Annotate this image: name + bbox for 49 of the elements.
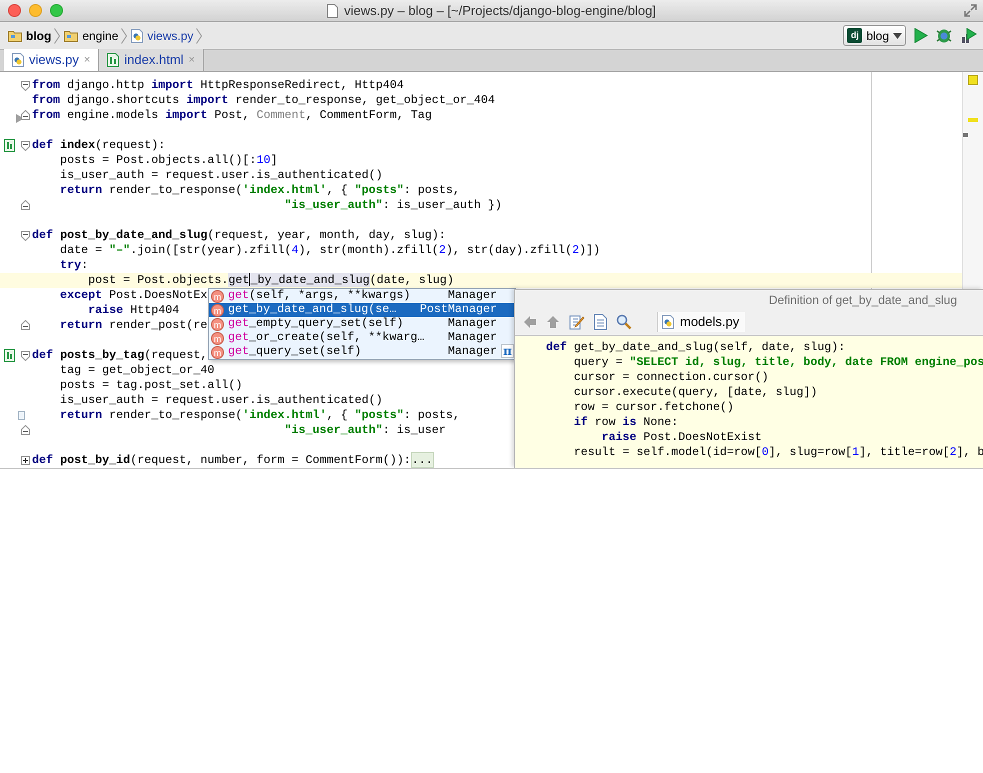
popup-title: Definition of get_by_date_and_slug [768,292,957,308]
code-line: from django.http import HttpResponseRedirect, Http404 [32,78,404,93]
code-line: from engine.models import Post, Comment, CommentForm, Tag [32,108,432,123]
code-line: except Post.DoesNotEx [59,288,208,303]
completion-type: Manager [448,315,497,332]
code-line: "is_user_auth": is_user [283,423,446,438]
code-line: posts = Post.objects.all()[:10] [59,153,278,168]
completion-name: get_query_set(self) [228,343,362,360]
file-name: models.py [680,313,740,332]
code-line: def post_by_id(request, number, form = CommentForm()):... [32,453,434,468]
completion-type: Manager [448,343,497,360]
code-line: return render_post(re [59,318,208,333]
code-line: tag = get_object_or_40 [59,363,214,378]
completion-type: PostManager [420,301,497,318]
window-title: views.py – blog – [~/Projects/django-blog-engine/blog] [344,2,656,20]
tab-label: views.py [29,51,79,70]
code-line: "is_user_auth": is_user_auth }) [283,198,502,213]
code-line: return render_to_response('index.html', { "posts": posts, [59,408,460,423]
code-line: return render_to_response('index.html', { "posts": posts, [59,183,460,198]
code-line: raise Post.DoesNotExist [600,430,763,445]
method-icon: m [211,332,224,344]
code-line: posts = tag.post_set.all() [59,378,242,393]
code-line: from django.shortcuts import render_to_response, get_object_or_404 [32,93,495,108]
code-line: is_user_auth = request.user.is_authenticated() [59,168,383,183]
code-line: row = cursor.fetchone() [572,400,735,415]
completion-name: get(self, *args, **kwargs) [228,287,410,304]
code-line: if row is None: [572,415,680,430]
completion-name: get_empty_query_set(self) [228,315,404,332]
completion-name: get_or_create(self, **kwarg… [228,329,424,346]
method-icon: m [211,318,224,330]
code-line: post = Post.objects.get_by_date_and_slug(date, slug) [87,273,454,288]
method-icon: m [211,290,224,302]
code-line: def index(request): [32,138,166,153]
completion-type: Manager [448,287,497,304]
code-line: cursor = connection.cursor() [572,370,770,385]
method-icon: m [211,304,224,316]
code-line: def posts_by_tag(request, [32,348,208,363]
code-line: date = "–".join([str(year).zfill(4), str(month).zfill(2), str(day).zfill(2)]) [59,243,600,258]
tab-label: index.html [124,51,184,70]
completion-name: get_by_date_and_slug(se… [228,301,396,318]
code-line: cursor.execute(query, [date, slug]) [572,385,818,400]
code-line: is_user_auth = request.user.is_authenticated() [59,393,383,408]
completion-type: Manager [448,329,497,346]
django-icon: dj [847,28,862,43]
method-icon: m [211,346,224,358]
code-line: def post_by_date_and_slug(request, year, month, day, slug): [32,228,446,243]
code-line: def get_by_date_and_slug(self, date, slug): [546,340,846,355]
code-line: try: [59,258,88,273]
code-line: raise Http404 [87,303,180,318]
